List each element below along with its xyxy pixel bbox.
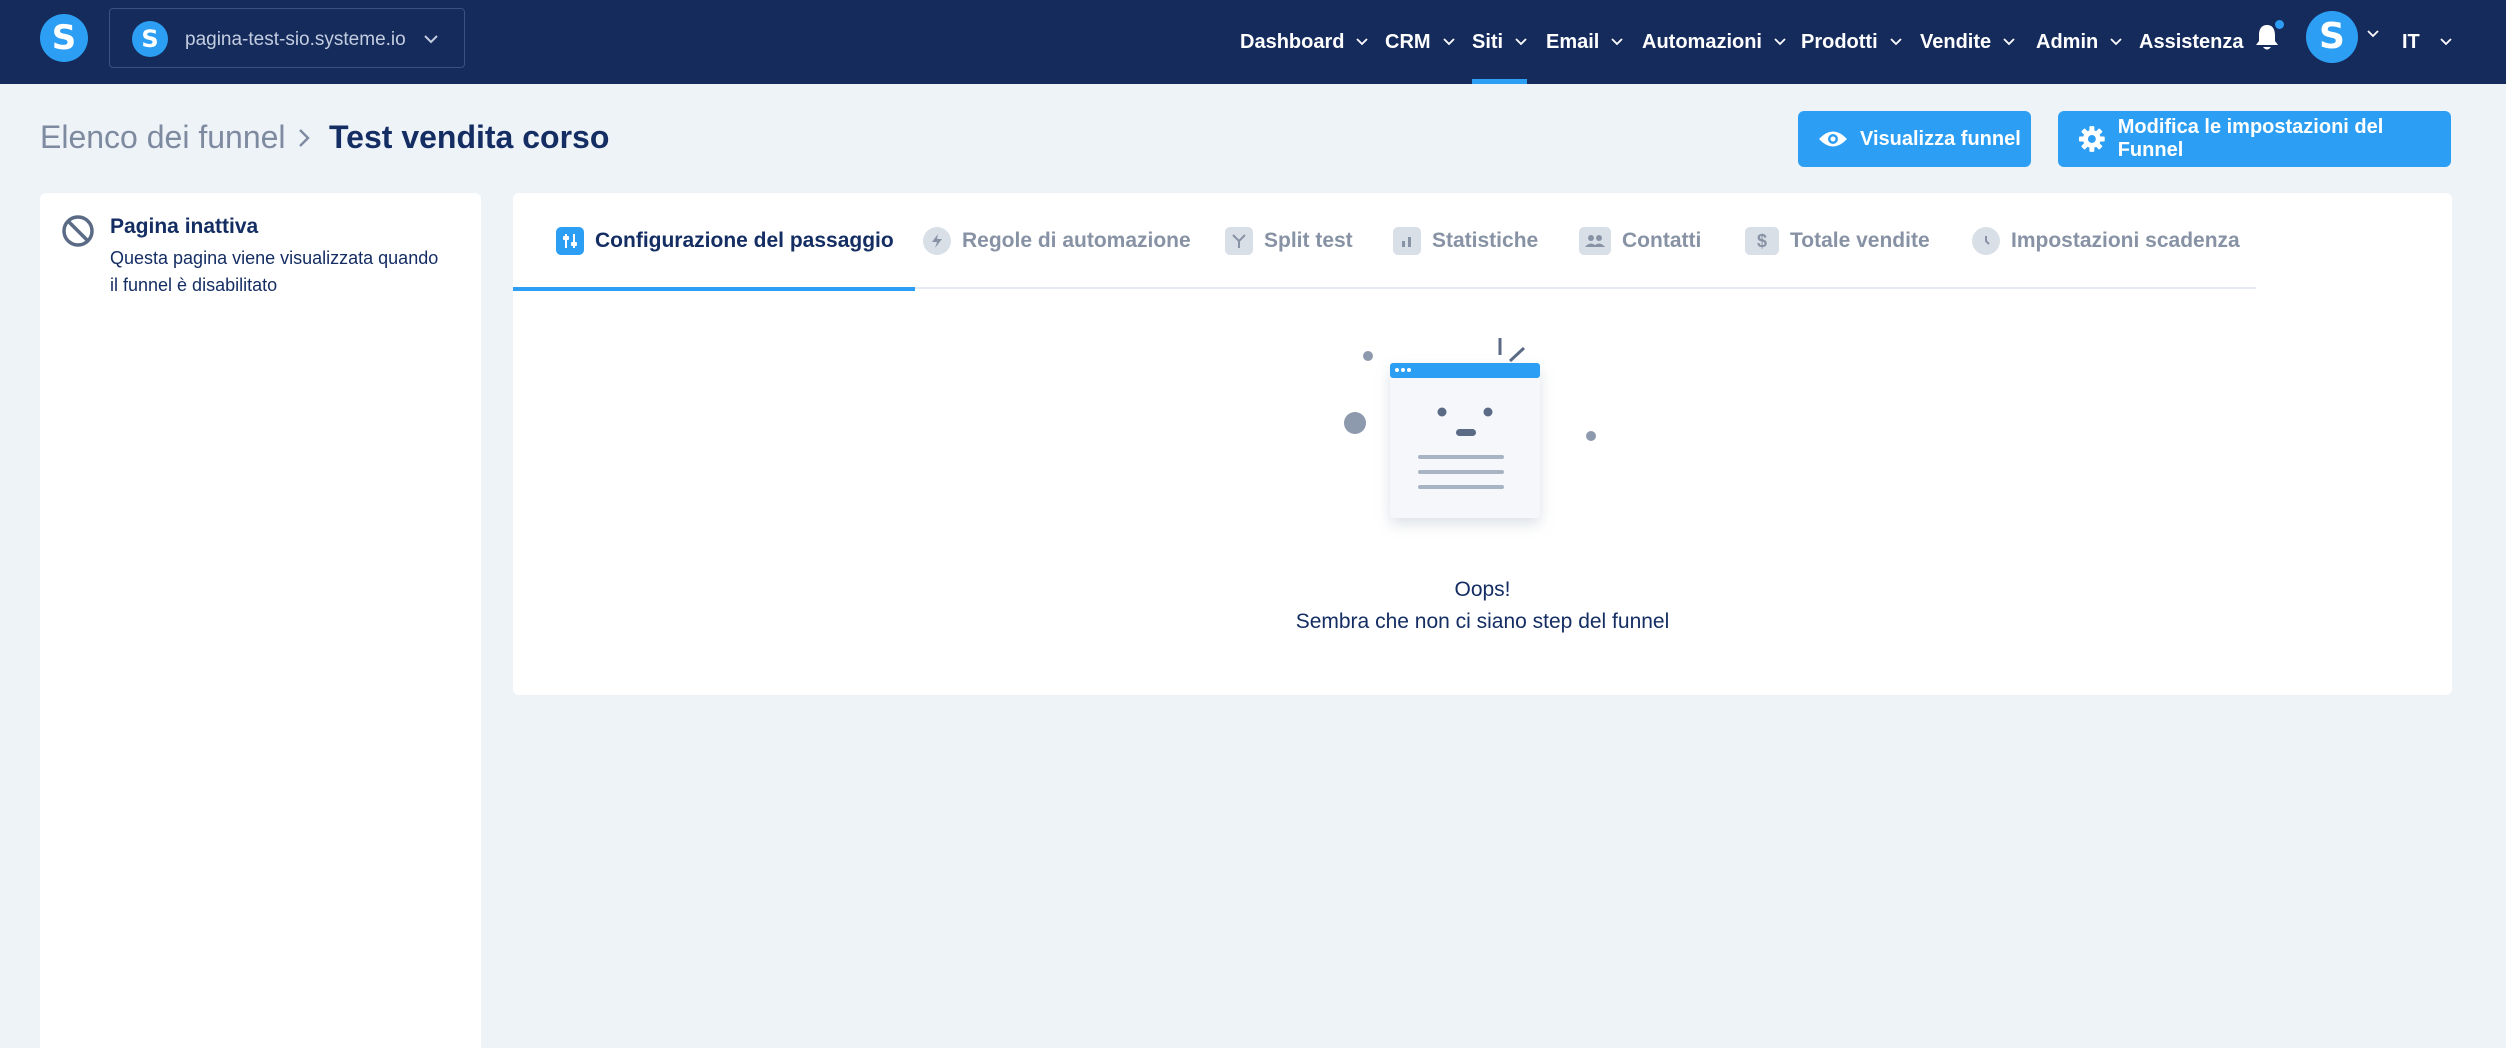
- nav-admin[interactable]: Admin: [2036, 0, 2122, 84]
- nav-assistenza[interactable]: Assistenza: [2139, 0, 2244, 84]
- step-content-card: Configurazione del passaggio Regole di a…: [513, 193, 2452, 695]
- tab-contacts[interactable]: Contatti: [1579, 193, 1701, 289]
- nav-label: Admin: [2036, 30, 2099, 53]
- chevron-down-icon: [1611, 38, 1623, 46]
- nav-automazioni[interactable]: Automazioni: [1642, 0, 1786, 84]
- tab-label: Split test: [1264, 229, 1353, 252]
- chevron-down-icon: [1515, 38, 1527, 46]
- nav-vendite[interactable]: Vendite: [1920, 0, 2015, 84]
- notification-dot: [2275, 20, 2284, 29]
- users-icon: [1579, 227, 1611, 255]
- language-selector[interactable]: IT: [2402, 0, 2452, 84]
- chevron-down-icon: [1774, 38, 1786, 46]
- tab-statistics[interactable]: Statistiche: [1393, 193, 1538, 289]
- page-title: Test vendita corso: [329, 119, 610, 155]
- sliders-icon: [556, 227, 584, 255]
- bar-chart-icon: [1393, 227, 1421, 255]
- tab-label: Totale vendite: [1790, 229, 1930, 252]
- tab-label: Contatti: [1622, 229, 1702, 252]
- nav-label: Siti: [1472, 30, 1504, 53]
- dollar-icon: $: [1745, 227, 1779, 255]
- language-label: IT: [2402, 30, 2420, 53]
- tab-label: Configurazione del passaggio: [595, 229, 894, 252]
- chevron-down-icon[interactable]: [2367, 30, 2379, 38]
- chevron-down-icon: [1442, 38, 1455, 46]
- edit-funnel-settings-label: Modifica le impostazioni del Funnel: [2117, 116, 2384, 161]
- chevron-down-icon: [1356, 38, 1369, 46]
- inactive-page-description: Questa pagina viene visualizzata quando …: [110, 248, 439, 295]
- chevron-down-icon: [2110, 38, 2122, 46]
- tab-label: Regole di automazione: [962, 229, 1191, 252]
- edit-funnel-settings-button[interactable]: Modifica le impostazioni del Funnel: [2058, 111, 2451, 167]
- empty-state-message: Sembra che non ci siano step del funnel: [1295, 610, 1670, 633]
- funnel-steps-panel: Pagina inattiva Questa pagina viene visu…: [40, 193, 481, 1048]
- chevron-down-icon: [1890, 38, 1902, 46]
- top-navigation-bar: S S pagina-test-sio.systeme.io Dashboard…: [0, 0, 2506, 84]
- breadcrumb-funnel-list[interactable]: Elenco dei funnel: [40, 119, 286, 156]
- tab-total-sales[interactable]: $ Totale vendite: [1745, 193, 1930, 289]
- chevron-down-icon: [2440, 38, 2452, 46]
- chevron-right-icon: [299, 129, 310, 147]
- nav-prodotti[interactable]: Prodotti: [1801, 0, 1902, 84]
- clock-icon: [1972, 227, 2000, 255]
- nav-dashboard[interactable]: Dashboard: [1240, 0, 1369, 84]
- view-funnel-button[interactable]: Visualizza funnel: [1798, 111, 2031, 167]
- step-tabs: Configurazione del passaggio Regole di a…: [513, 193, 2256, 291]
- tab-step-configuration[interactable]: Configurazione del passaggio: [513, 193, 915, 291]
- ban-icon: [62, 215, 94, 247]
- view-funnel-label: Visualizza funnel: [1860, 127, 2021, 150]
- tab-label: Impostazioni scadenza: [2011, 229, 2240, 252]
- split-icon: [1225, 227, 1253, 255]
- empty-state-illustration: [1344, 338, 1596, 518]
- tab-expiration-settings[interactable]: Impostazioni scadenza: [1972, 193, 2240, 289]
- nav-label: Dashboard: [1240, 30, 1345, 53]
- systeme-logo[interactable]: S: [40, 14, 88, 62]
- nav-crm[interactable]: CRM: [1385, 0, 1455, 84]
- tab-label: Statistiche: [1432, 229, 1539, 252]
- inactive-page-title[interactable]: Pagina inattiva: [110, 215, 258, 239]
- nav-label: Assistenza: [2139, 30, 2244, 53]
- nav-label: Prodotti: [1801, 30, 1878, 53]
- eye-icon: [1819, 131, 1847, 147]
- chevron-down-icon: [424, 35, 438, 44]
- chevron-down-icon: [2003, 38, 2015, 46]
- nav-siti[interactable]: Siti: [1472, 0, 1528, 84]
- nav-label: Automazioni: [1642, 30, 1762, 53]
- nav-email[interactable]: Email: [1546, 0, 1623, 84]
- lightning-icon: [923, 227, 951, 255]
- site-selector[interactable]: S pagina-test-sio.systeme.io: [109, 8, 465, 68]
- nav-label: CRM: [1385, 30, 1431, 53]
- empty-state-title: Oops!: [1454, 578, 1511, 601]
- gear-icon: [2078, 126, 2105, 152]
- tab-split-test[interactable]: Split test: [1225, 193, 1353, 289]
- avatar[interactable]: S: [2306, 11, 2358, 63]
- site-selector-label: pagina-test-sio.systeme.io: [185, 29, 406, 50]
- nav-label: Email: [1546, 30, 1600, 53]
- tab-automation-rules[interactable]: Regole di automazione: [923, 193, 1191, 289]
- nav-label: Vendite: [1920, 30, 1992, 53]
- site-logo-icon: S: [132, 21, 168, 57]
